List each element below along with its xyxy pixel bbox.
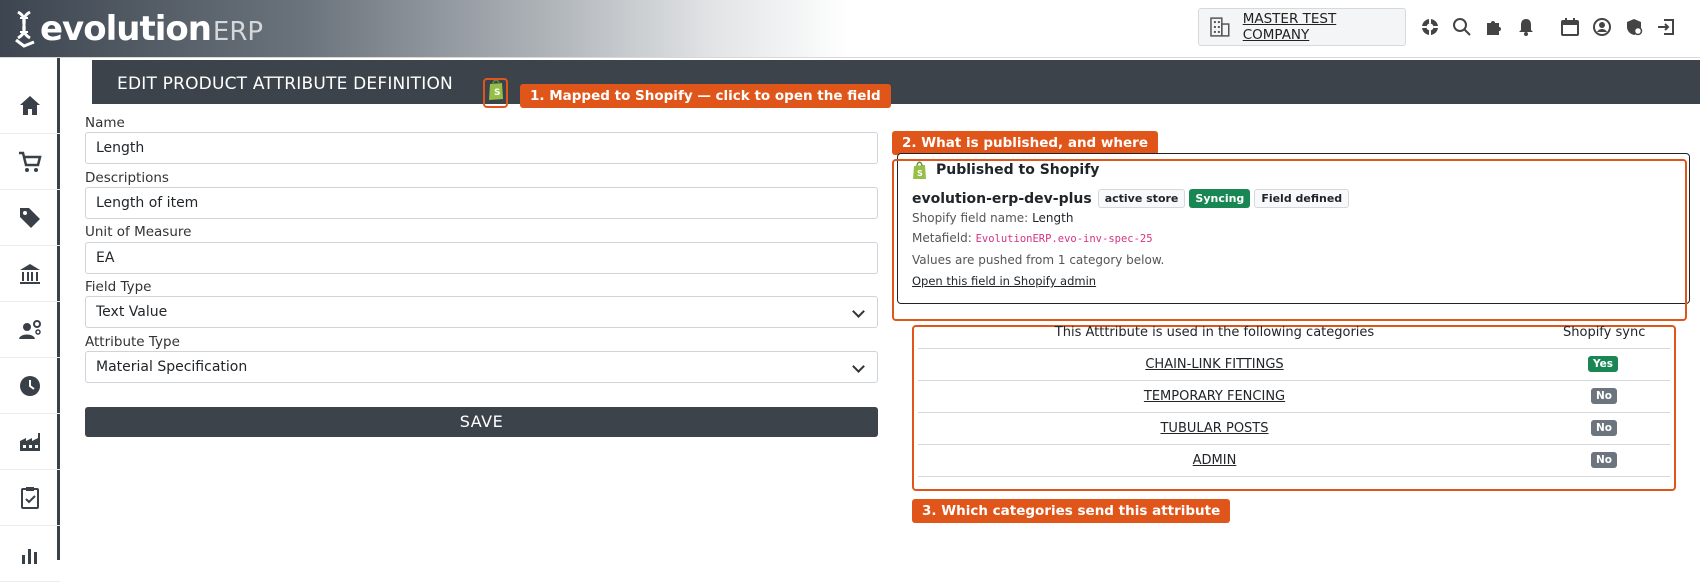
category-link[interactable]: TEMPORARY FENCING xyxy=(918,389,1511,404)
search-icon[interactable] xyxy=(1446,12,1478,42)
clock-icon xyxy=(20,375,40,396)
uom-input[interactable]: EA xyxy=(85,242,878,274)
calendar-icon[interactable] xyxy=(1554,12,1586,42)
tag-icon xyxy=(20,207,40,228)
chart-icon xyxy=(22,548,37,564)
top-bar: evolution ERP MASTER TEST COMPANY xyxy=(0,0,1700,58)
field-type-select[interactable]: Text Value xyxy=(85,296,878,328)
callout-3: 3. Which categories send this attribute xyxy=(912,499,1231,523)
sidebar-item-sales[interactable] xyxy=(0,134,60,190)
attribute-type-select[interactable]: Material Specification xyxy=(85,351,878,383)
sidebar-item-tasks[interactable] xyxy=(0,470,60,526)
callout-highlight-1 xyxy=(483,78,508,108)
shopify-sync-header: Shopify sync xyxy=(1563,325,1646,340)
descriptions-label: Descriptions xyxy=(85,170,169,186)
save-button[interactable]: SAVE xyxy=(85,407,878,437)
app-logo[interactable]: evolution ERP xyxy=(12,8,263,50)
attribute-type-label: Attribute Type xyxy=(85,334,180,350)
logo-suffix: ERP xyxy=(212,17,264,47)
sidebar-item-manufacturing[interactable] xyxy=(0,414,60,470)
company-name: MASTER TEST COMPANY xyxy=(1242,11,1337,43)
home-icon xyxy=(20,95,40,115)
categories-header: This Atttribute is used in the following… xyxy=(1054,325,1375,340)
sign-out-icon[interactable] xyxy=(1650,12,1682,42)
bank-icon xyxy=(20,263,40,284)
sidebar-item-reports[interactable] xyxy=(0,526,60,582)
logo-text: evolution xyxy=(40,9,212,49)
store-name: evolution-erp-dev-plus xyxy=(912,190,1092,207)
page-title: EDIT PRODUCT ATTRIBUTE DEFINITION xyxy=(117,74,453,94)
building-icon xyxy=(1210,17,1230,37)
svg-text:S: S xyxy=(917,169,923,178)
callout-2: 2. What is published, and where xyxy=(892,131,1158,155)
sidebar-item-products[interactable] xyxy=(0,190,60,246)
attribute-type-value: Material Specification xyxy=(96,359,248,375)
field-defined-badge: Field defined xyxy=(1254,189,1350,208)
clipboard-check-icon xyxy=(21,486,39,509)
sync-no-badge: No xyxy=(1591,388,1618,404)
sync-no-badge: No xyxy=(1591,420,1618,436)
company-selector[interactable]: MASTER TEST COMPANY xyxy=(1198,8,1406,46)
uom-label: Unit of Measure xyxy=(85,224,192,240)
published-title: Published to Shopify xyxy=(936,162,1100,178)
user-icon[interactable] xyxy=(1586,12,1618,42)
category-link[interactable]: ADMIN xyxy=(918,453,1511,468)
sync-yes-badge: Yes xyxy=(1588,356,1619,372)
name-label: Name xyxy=(85,115,125,131)
field-type-value: Text Value xyxy=(96,304,168,320)
field-type-label: Field Type xyxy=(85,279,152,295)
shopify-bag-icon: S xyxy=(913,161,926,179)
puzzle-icon[interactable] xyxy=(1478,12,1510,42)
help-lifebuoy-icon[interactable] xyxy=(1414,12,1446,42)
sidebar-item-service[interactable] xyxy=(0,302,60,358)
metafield-line: Metafield: EvolutionERP.evo-inv-spec-25 xyxy=(912,231,1153,245)
shopify-field-name-line: Shopify field name: Length xyxy=(912,211,1073,225)
table-row: CHAIN-LINK FITTINGS Yes xyxy=(918,348,1670,380)
bell-icon[interactable] xyxy=(1510,12,1542,42)
sidebar-item-home[interactable] xyxy=(0,78,60,134)
store-row: evolution-erp-dev-plus active store Sync… xyxy=(912,189,1353,208)
open-in-shopify-link[interactable]: Open this field in Shopify admin xyxy=(912,274,1096,288)
table-row: ADMIN No xyxy=(918,444,1670,477)
metafield-value: EvolutionERP.evo-inv-spec-25 xyxy=(975,233,1153,245)
syncing-badge: Syncing xyxy=(1189,189,1251,208)
sidebar-item-time[interactable] xyxy=(0,358,60,414)
dna-logo-icon xyxy=(15,10,35,48)
worker-gear-icon xyxy=(19,319,41,339)
name-input[interactable]: Length xyxy=(85,132,878,164)
cart-icon xyxy=(19,151,42,172)
active-store-badge: active store xyxy=(1097,189,1186,208)
published-title-row: S Published to Shopify xyxy=(912,160,1099,180)
push-note: Values are pushed from 1 category below. xyxy=(912,253,1165,267)
metafield-label: Metafield: xyxy=(912,231,972,245)
callout-1: 1. Mapped to Shopify — click to open the… xyxy=(520,84,891,108)
factory-icon xyxy=(20,432,40,451)
shopify-field-name-value: Length xyxy=(1032,211,1074,225)
descriptions-input[interactable]: Length of item xyxy=(85,187,878,219)
table-row: TEMPORARY FENCING No xyxy=(918,380,1670,412)
shopify-field-name-label: Shopify field name: xyxy=(912,211,1029,225)
category-link[interactable]: TUBULAR POSTS xyxy=(918,421,1511,436)
table-row: TUBULAR POSTS No xyxy=(918,412,1670,444)
category-link[interactable]: CHAIN-LINK FITTINGS xyxy=(918,357,1511,372)
sidebar-item-finance[interactable] xyxy=(0,246,60,302)
sync-no-badge: No xyxy=(1591,452,1618,468)
shield-user-icon[interactable] xyxy=(1618,12,1650,42)
sidebar xyxy=(0,58,60,582)
